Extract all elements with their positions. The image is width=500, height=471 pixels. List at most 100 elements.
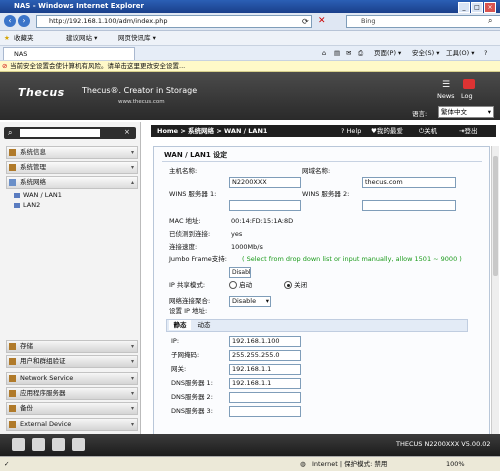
tools-menu[interactable]: 工具(O) ▾ <box>446 46 475 60</box>
menu-category-app-server[interactable]: 应用程序服务器 ▾ <box>6 387 138 400</box>
menu-category-external-device[interactable]: External Device ▾ <box>6 418 138 431</box>
language-value: 繁体中文 <box>441 108 467 116</box>
forward-icon[interactable]: › <box>18 15 30 27</box>
menu-category-system-info[interactable]: 系统信息 ▾ <box>6 146 138 159</box>
ipshare-disable-radio[interactable]: 关闭 <box>284 281 307 290</box>
favorite-link[interactable]: ♥我的最爱 <box>371 125 403 137</box>
host-name-input[interactable]: N2200XXX <box>229 177 301 188</box>
domain-name-input[interactable]: thecus.com <box>362 177 456 188</box>
favorites-button[interactable]: 收藏夹 <box>14 31 34 45</box>
network-status-icon[interactable] <box>32 438 45 451</box>
address-input[interactable]: http://192.168.1.100/adm/index.php <box>36 15 312 28</box>
chevron-down-icon: ▾ <box>130 149 134 156</box>
menu-category-backup[interactable]: 备份 ▾ <box>6 402 138 415</box>
network-icon <box>9 179 16 186</box>
thecus-logo: Thecus <box>18 86 65 99</box>
tab-bar: NAS ⌂ ▤ ✉ ⎙ 页面(P) ▾ 安全(S) ▾ 工具(O) ▾ ? <box>0 46 500 61</box>
logout-label: 登出 <box>464 127 478 135</box>
rss-icon[interactable]: ☰ <box>442 80 450 90</box>
dns1-label: DNS服务器 1: <box>171 379 213 387</box>
stop-icon[interactable]: ✕ <box>318 16 326 26</box>
fan-icon[interactable] <box>52 438 65 451</box>
search-input[interactable]: Bing <box>346 15 500 28</box>
chevron-down-icon: ▾ <box>130 390 134 397</box>
menu-category-system-network[interactable]: 系统网络 ▴ <box>6 176 138 189</box>
category-label: 系统信息 <box>20 148 46 156</box>
mail-icon[interactable]: ✉ <box>346 46 351 60</box>
language-select[interactable]: 繁体中文 ▾ <box>438 106 494 118</box>
infobar-text: 当前安全设置会使计算机有风险。请单击这里更改安全设置... <box>10 62 186 70</box>
feeds-icon[interactable]: ▤ <box>334 46 340 60</box>
window-title: NAS - Windows Internet Explorer <box>14 2 144 10</box>
close-button[interactable]: × <box>484 2 496 13</box>
tab-static[interactable]: 静态 <box>169 320 191 330</box>
menu-search-input[interactable] <box>20 129 100 137</box>
divider <box>162 161 482 162</box>
minimize-button[interactable]: _ <box>458 2 470 13</box>
tools-icon <box>9 164 16 171</box>
maximize-button[interactable]: □ <box>471 2 483 13</box>
search-icon[interactable]: ⌕ <box>488 16 492 26</box>
gateway-label: 网关: <box>171 365 187 373</box>
dns1-input[interactable]: 192.168.1.1 <box>229 378 301 389</box>
firmware-version: THECUS N2200XXX V5.00.02 <box>396 440 491 448</box>
safety-menu[interactable]: 安全(S) ▾ <box>412 46 440 60</box>
ip-input[interactable]: 192.168.1.100 <box>229 336 301 347</box>
log-icon[interactable] <box>463 79 475 89</box>
web-slice-link[interactable]: 网页快讯库 ▾ <box>118 31 156 45</box>
menu-category-network-service[interactable]: Network Service ▾ <box>6 372 138 385</box>
help-icon[interactable]: ? <box>484 46 487 60</box>
ipshare-enable-radio[interactable]: 启动 <box>229 281 252 290</box>
subnet-mask-input[interactable]: 255.255.255.0 <box>229 350 301 361</box>
backup-icon <box>9 405 16 412</box>
menu-category-storage[interactable]: 存储 ▾ <box>6 340 138 353</box>
scrollbar-thumb[interactable] <box>493 156 498 276</box>
info-icon <box>9 149 16 156</box>
jumbo-frame-input[interactable]: Disabl <box>229 267 251 278</box>
speed-label: 连接速度: <box>169 243 198 251</box>
log-link[interactable]: Log <box>461 92 473 100</box>
lan-status-icon[interactable] <box>72 438 85 451</box>
menu-category-users[interactable]: 用户和群组验证 ▾ <box>6 355 138 368</box>
clear-icon[interactable]: × <box>124 128 130 136</box>
back-icon[interactable]: ‹ <box>4 15 16 27</box>
home-icon[interactable]: ⌂ <box>322 46 326 60</box>
scrollbar[interactable] <box>491 146 499 434</box>
logout-link[interactable]: ⇥登出 <box>459 125 477 137</box>
suggested-sites-link[interactable]: 建议网站 ▾ <box>66 31 97 45</box>
mac-value: 00:14:FD:15:1A:8D <box>231 217 294 225</box>
app-icon <box>9 390 16 397</box>
lan-icon <box>14 192 20 198</box>
header-site: www.thecus.com <box>118 99 165 105</box>
domain-label: 网域名称: <box>302 167 331 175</box>
wins2-input[interactable] <box>362 200 456 211</box>
print-icon[interactable]: ⎙ <box>358 46 363 60</box>
news-link[interactable]: News <box>437 92 455 100</box>
gateway-input[interactable]: 192.168.1.1 <box>229 364 301 375</box>
menu-item-lan2[interactable]: LAN2 <box>14 201 40 210</box>
chevron-up-icon: ▴ <box>130 179 134 186</box>
dns3-input[interactable] <box>229 406 301 417</box>
zone-status: Internet | 保护模式: 禁用 <box>312 460 388 468</box>
chevron-down-icon: ▾ <box>130 164 134 171</box>
zoom-level[interactable]: 100% <box>446 457 465 471</box>
link-value: yes <box>231 230 243 238</box>
security-infobar[interactable]: ⊘ 当前安全设置会使计算机有风险。请单击这里更改安全设置... <box>0 61 500 72</box>
category-label: Network Service <box>20 374 74 382</box>
tab-nas[interactable]: NAS <box>3 47 135 60</box>
wins1-input[interactable] <box>229 200 301 211</box>
help-link[interactable]: ? Help <box>341 125 361 137</box>
page-menu[interactable]: 页面(P) ▾ <box>374 46 401 60</box>
shutdown-link[interactable]: ⏻关机 <box>419 125 437 137</box>
wan-lan1-settings-panel: WAN / LAN1 设定 主机名称: 网域名称: N2200XXX thecu… <box>153 146 490 438</box>
dns2-input[interactable] <box>229 392 301 403</box>
wins2-label: WINS 服务器 2: <box>302 190 350 198</box>
menu-item-wan-lan1[interactable]: WAN / LAN1 <box>14 191 62 200</box>
aggregation-select[interactable]: Disable ▾ <box>229 296 271 307</box>
disk-icon[interactable] <box>12 438 25 451</box>
category-label: External Device <box>20 420 72 428</box>
tab-dynamic[interactable]: 动态 <box>193 320 215 330</box>
tab-title: NAS <box>14 50 28 58</box>
menu-category-system-admin[interactable]: 系统管理 ▾ <box>6 161 138 174</box>
refresh-icon[interactable]: ⟳ <box>302 17 309 26</box>
